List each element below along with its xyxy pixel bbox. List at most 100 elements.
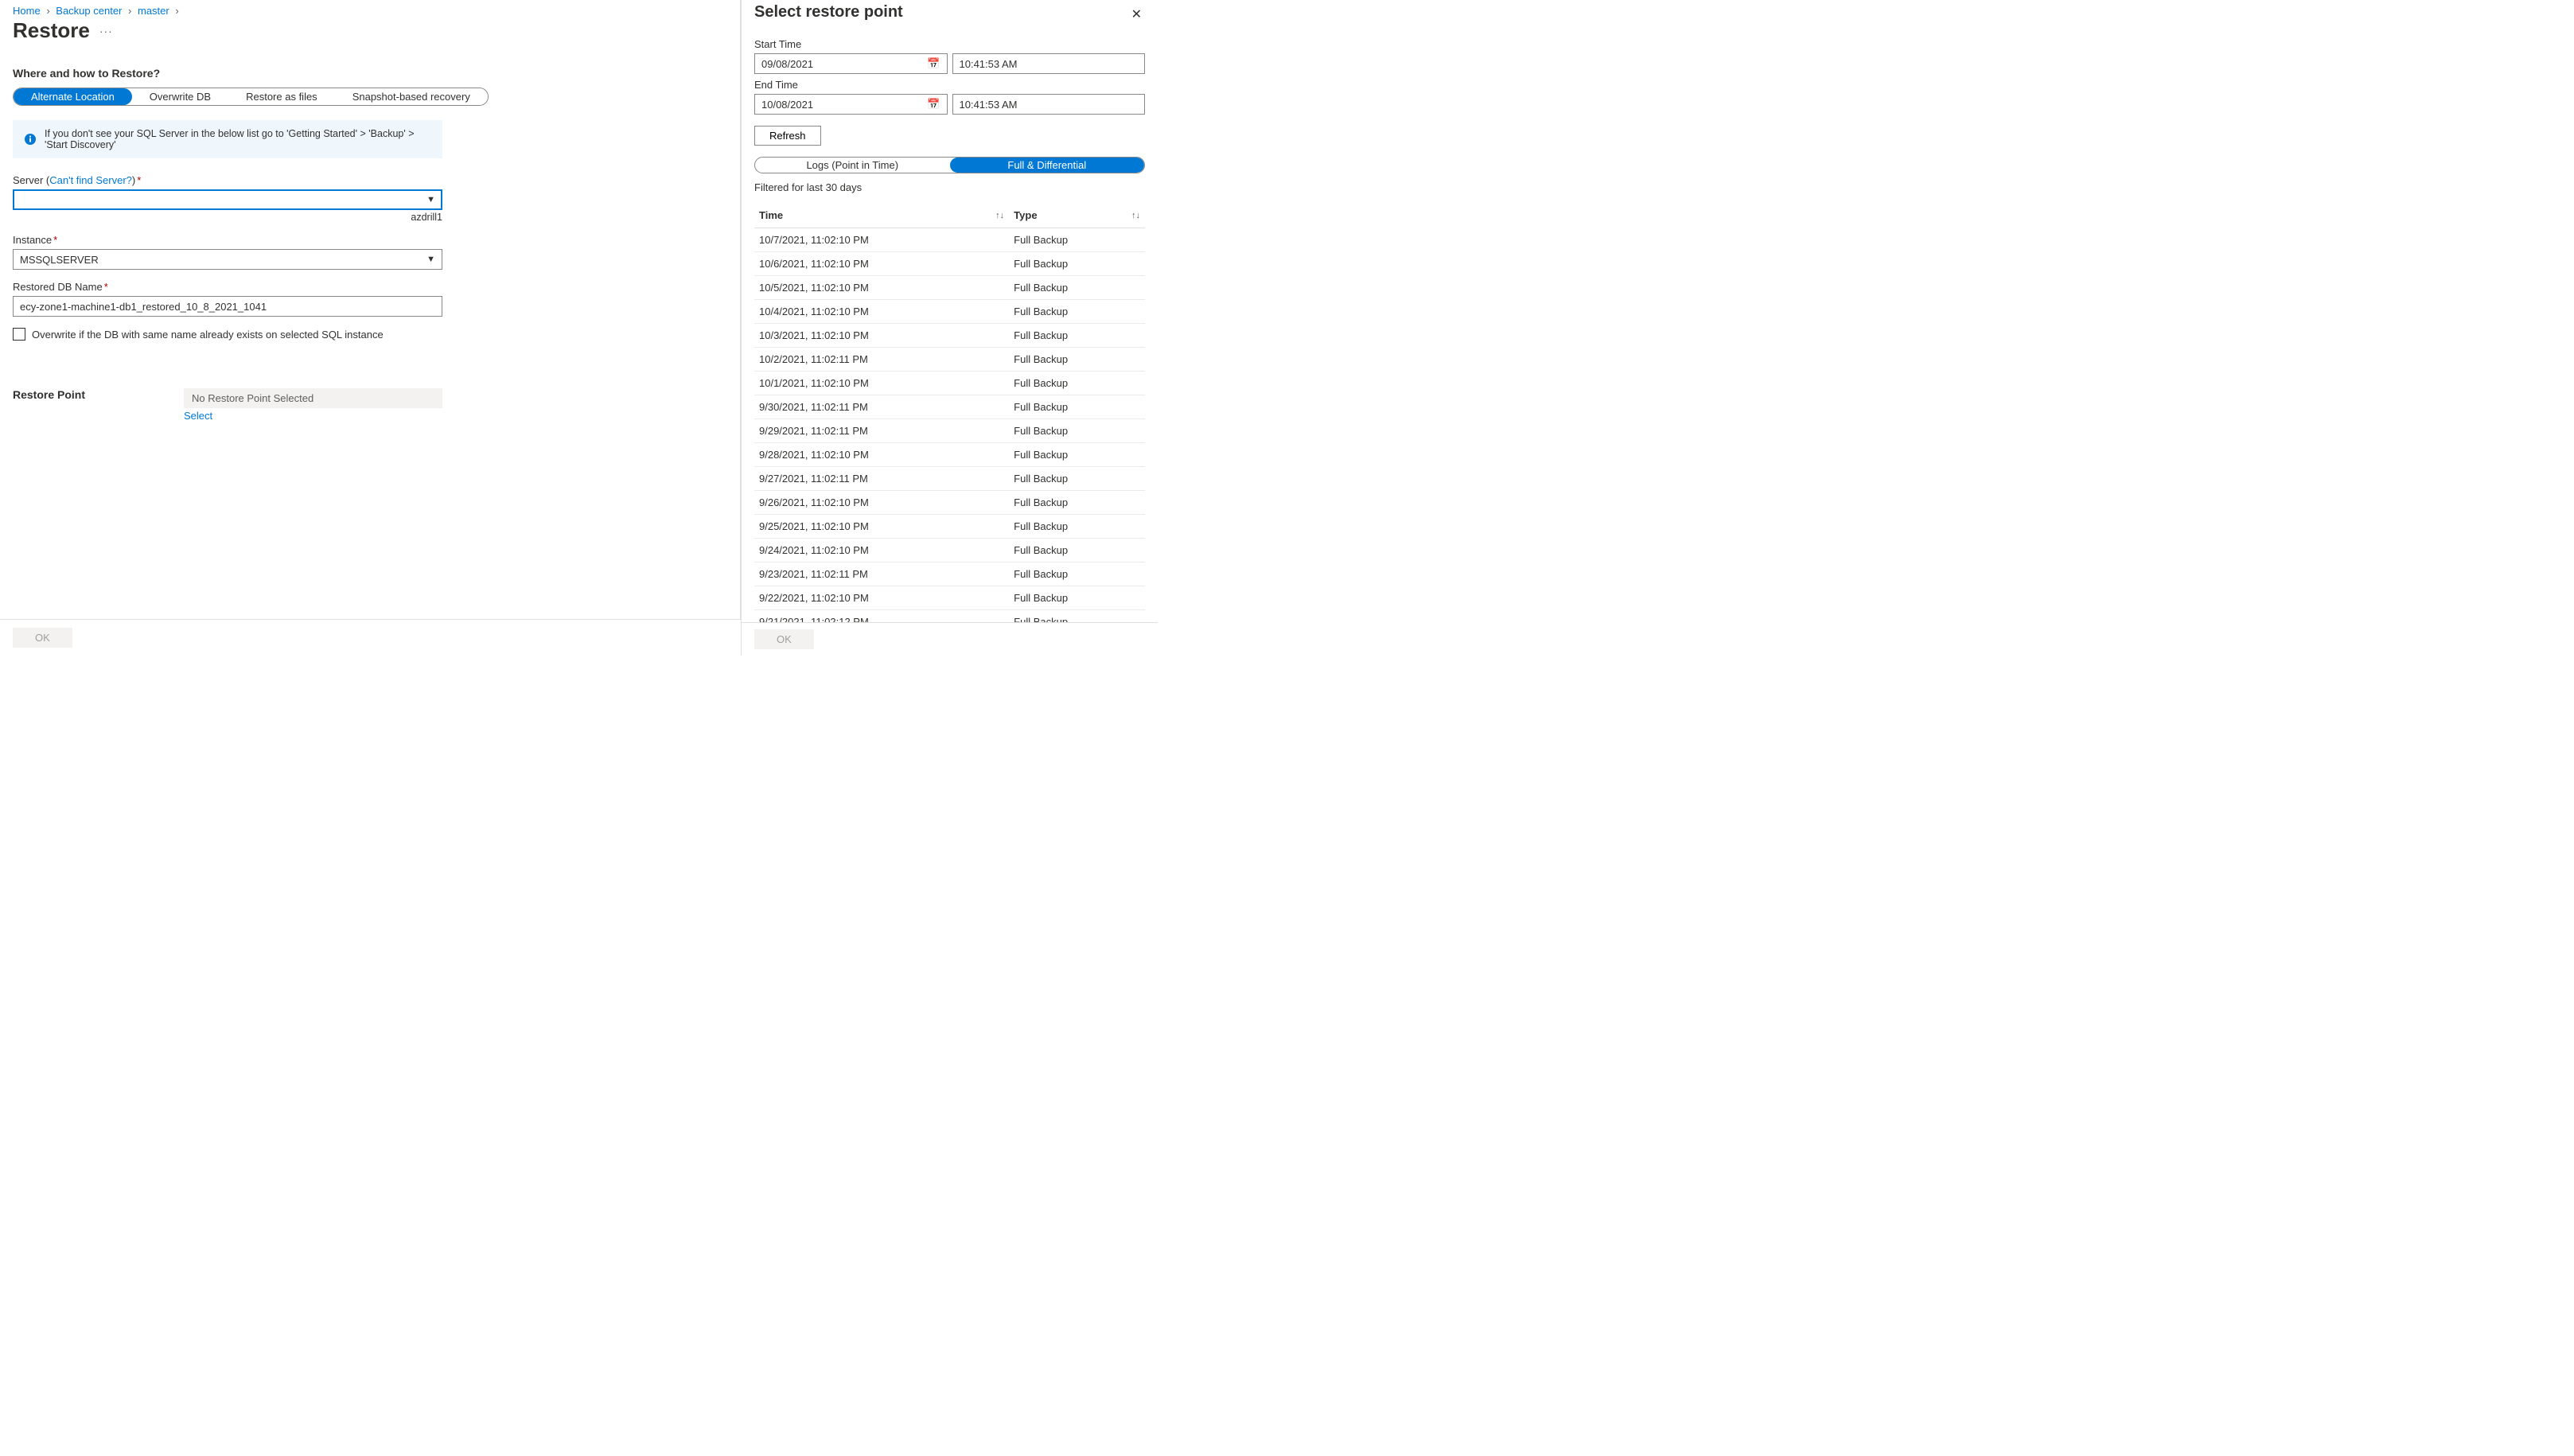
cell-type: Full Backup (1009, 563, 1145, 586)
table-row[interactable]: 9/23/2021, 11:02:11 PMFull Backup (754, 563, 1145, 586)
restore-point-select-link[interactable]: Select (184, 410, 212, 422)
cell-type: Full Backup (1009, 419, 1145, 443)
pill-logs[interactable]: Logs (Point in Time) (755, 158, 950, 173)
cell-type: Full Backup (1009, 586, 1145, 610)
pill-alternate-location[interactable]: Alternate Location (14, 88, 132, 105)
start-time-input[interactable]: 10:41:53 AM (952, 53, 1146, 74)
breadcrumb: Home › Backup center › master › (0, 0, 740, 18)
cell-time: 10/3/2021, 11:02:10 PM (754, 324, 1009, 348)
cell-type: Full Backup (1009, 228, 1145, 252)
cell-type: Full Backup (1009, 276, 1145, 300)
ok-button[interactable]: OK (13, 628, 72, 648)
start-date-value: 09/08/2021 (761, 58, 813, 70)
cell-time: 9/25/2021, 11:02:10 PM (754, 515, 1009, 539)
cell-type: Full Backup (1009, 300, 1145, 324)
cell-time: 9/26/2021, 11:02:10 PM (754, 491, 1009, 515)
cell-type: Full Backup (1009, 252, 1145, 276)
cell-type: Full Backup (1009, 515, 1145, 539)
table-row[interactable]: 9/25/2021, 11:02:10 PMFull Backup (754, 515, 1145, 539)
cell-time: 9/22/2021, 11:02:10 PM (754, 586, 1009, 610)
end-date-value: 10/08/2021 (761, 99, 813, 111)
cell-type: Full Backup (1009, 324, 1145, 348)
col-time[interactable]: Time↑↓ (754, 203, 1009, 228)
cell-time: 10/6/2021, 11:02:10 PM (754, 252, 1009, 276)
chevron-down-icon: ▼ (426, 255, 435, 264)
end-time-value: 10:41:53 AM (960, 99, 1018, 111)
breadcrumb-home[interactable]: Home (13, 5, 41, 17)
cell-time: 9/30/2021, 11:02:11 PM (754, 395, 1009, 419)
cant-find-server-link[interactable]: Can't find Server? (49, 174, 132, 186)
table-row[interactable]: 10/2/2021, 11:02:11 PMFull Backup (754, 348, 1145, 372)
table-row[interactable]: 9/26/2021, 11:02:10 PMFull Backup (754, 491, 1145, 515)
end-date-input[interactable]: 10/08/2021 📅 (754, 94, 948, 115)
table-row[interactable]: 10/3/2021, 11:02:10 PMFull Backup (754, 324, 1145, 348)
chevron-down-icon: ▼ (426, 195, 435, 204)
sort-icon: ↑↓ (1131, 211, 1140, 220)
dbname-value: ecy-zone1-machine1-db1_restored_10_8_202… (20, 301, 267, 313)
table-row[interactable]: 9/21/2021, 11:02:12 PMFull Backup (754, 610, 1145, 623)
cell-type: Full Backup (1009, 467, 1145, 491)
restore-point-label: Restore Point (13, 388, 184, 422)
cell-time: 9/23/2021, 11:02:11 PM (754, 563, 1009, 586)
cell-time: 10/7/2021, 11:02:10 PM (754, 228, 1009, 252)
restore-points-table: Time↑↓ Type↑↓ 10/7/2021, 11:02:10 PMFull… (754, 203, 1145, 622)
instance-value: MSSQLSERVER (20, 254, 99, 266)
calendar-icon: 📅 (927, 57, 940, 70)
dbname-label: Restored DB Name (13, 281, 103, 293)
cell-time: 10/2/2021, 11:02:11 PM (754, 348, 1009, 372)
overwrite-checkbox-label: Overwrite if the DB with same name alrea… (32, 329, 384, 341)
close-icon[interactable]: ✕ (1128, 3, 1145, 25)
cell-type: Full Backup (1009, 610, 1145, 623)
info-text: If you don't see your SQL Server in the … (45, 128, 431, 150)
table-row[interactable]: 10/4/2021, 11:02:10 PMFull Backup (754, 300, 1145, 324)
table-row[interactable]: 9/28/2021, 11:02:10 PMFull Backup (754, 443, 1145, 467)
start-time-label: Start Time (754, 38, 1145, 50)
table-row[interactable]: 9/30/2021, 11:02:11 PMFull Backup (754, 395, 1145, 419)
end-time-input[interactable]: 10:41:53 AM (952, 94, 1146, 115)
page-title: Restore (13, 18, 90, 43)
start-date-input[interactable]: 09/08/2021 📅 (754, 53, 948, 74)
pill-overwrite-db[interactable]: Overwrite DB (132, 88, 228, 105)
start-time-value: 10:41:53 AM (960, 58, 1018, 70)
section-heading: Where and how to Restore? (13, 67, 727, 80)
more-icon[interactable]: ··· (99, 25, 113, 37)
filter-note: Filtered for last 30 days (754, 181, 1145, 193)
cell-time: 9/29/2021, 11:02:11 PM (754, 419, 1009, 443)
breadcrumb-backup-center[interactable]: Backup center (56, 5, 122, 17)
cell-time: 9/21/2021, 11:02:12 PM (754, 610, 1009, 623)
cell-type: Full Backup (1009, 372, 1145, 395)
restore-point-type-pills: Logs (Point in Time) Full & Differential (754, 157, 1145, 173)
cell-type: Full Backup (1009, 443, 1145, 467)
breadcrumb-master[interactable]: master (138, 5, 169, 17)
col-type[interactable]: Type↑↓ (1009, 203, 1145, 228)
table-row[interactable]: 9/24/2021, 11:02:10 PMFull Backup (754, 539, 1145, 563)
server-dropdown[interactable]: ▼ (13, 189, 442, 210)
pill-snapshot-recovery[interactable]: Snapshot-based recovery (335, 88, 488, 105)
pill-restore-as-files[interactable]: Restore as files (228, 88, 335, 105)
cell-time: 10/1/2021, 11:02:10 PM (754, 372, 1009, 395)
table-row[interactable]: 9/29/2021, 11:02:11 PMFull Backup (754, 419, 1145, 443)
instance-dropdown[interactable]: MSSQLSERVER ▼ (13, 249, 442, 270)
table-row[interactable]: 9/27/2021, 11:02:11 PMFull Backup (754, 467, 1145, 491)
cell-time: 9/24/2021, 11:02:10 PM (754, 539, 1009, 563)
overwrite-checkbox[interactable] (13, 328, 25, 341)
pill-full-diff[interactable]: Full & Differential (950, 158, 1145, 173)
dbname-input[interactable]: ecy-zone1-machine1-db1_restored_10_8_202… (13, 296, 442, 317)
table-row[interactable]: 9/22/2021, 11:02:10 PMFull Backup (754, 586, 1145, 610)
table-row[interactable]: 10/5/2021, 11:02:10 PMFull Backup (754, 276, 1145, 300)
table-row[interactable]: 10/1/2021, 11:02:10 PMFull Backup (754, 372, 1145, 395)
end-time-label: End Time (754, 79, 1145, 91)
cell-time: 9/28/2021, 11:02:10 PM (754, 443, 1009, 467)
table-row[interactable]: 10/7/2021, 11:02:10 PMFull Backup (754, 228, 1145, 252)
info-icon (24, 133, 37, 146)
panel-ok-button[interactable]: OK (754, 629, 814, 649)
panel-title: Select restore point (754, 3, 903, 21)
cell-time: 9/27/2021, 11:02:11 PM (754, 467, 1009, 491)
restore-point-value: No Restore Point Selected (184, 388, 442, 408)
cell-type: Full Backup (1009, 348, 1145, 372)
instance-label: Instance (13, 234, 52, 246)
table-row[interactable]: 10/6/2021, 11:02:10 PMFull Backup (754, 252, 1145, 276)
restore-how-pills: Alternate Location Overwrite DB Restore … (13, 88, 489, 106)
refresh-button[interactable]: Refresh (754, 126, 821, 146)
cell-time: 10/4/2021, 11:02:10 PM (754, 300, 1009, 324)
